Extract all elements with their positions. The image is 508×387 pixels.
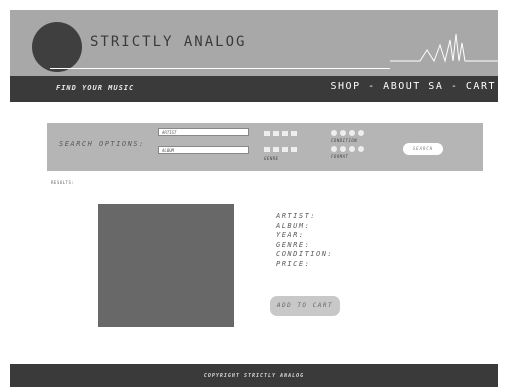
genre-checkbox[interactable] — [264, 147, 270, 152]
condition-radio[interactable] — [340, 130, 346, 136]
condition-radio[interactable] — [358, 130, 364, 136]
format-radio[interactable] — [340, 146, 346, 152]
year-label: YEAR: — [276, 231, 305, 239]
price-label: PRICE: — [276, 259, 311, 268]
waveform-icon — [390, 33, 498, 63]
album-input[interactable]: ALBUM — [158, 146, 249, 154]
album-label: ALBUM: — [276, 221, 311, 230]
format-radio[interactable] — [349, 146, 355, 152]
nav-bar: FIND YOUR MUSIC SHOP - ABOUT SA - CART — [10, 76, 498, 102]
album-art-image[interactable] — [98, 204, 234, 327]
brand-title[interactable]: STRICTLY ANALOG — [90, 34, 246, 50]
genre-checkbox[interactable] — [273, 147, 279, 152]
genre-checkbox[interactable] — [264, 131, 270, 136]
format-label: FORMAT — [331, 154, 349, 159]
nav-cart-link[interactable]: CART — [466, 81, 496, 92]
nav-about-link[interactable]: ABOUT SA — [383, 81, 443, 92]
nav-separator: - — [360, 81, 384, 92]
artist-input[interactable]: ARTIST — [158, 128, 249, 136]
genre-checkbox[interactable] — [273, 131, 279, 136]
genre-checkbox[interactable] — [282, 131, 288, 136]
tagline: FIND YOUR MUSIC — [56, 84, 135, 92]
search-options-label: SEARCH OPTIONS: — [59, 140, 145, 148]
nav-separator: - — [443, 81, 466, 92]
artist-label: ARTIST: — [276, 212, 317, 220]
footer: COPYRIGHT STRICTLY ANALOG — [10, 364, 498, 387]
nav-shop-link[interactable]: SHOP — [331, 81, 361, 92]
format-radio[interactable] — [331, 146, 337, 152]
search-button[interactable]: SEARCH — [403, 143, 443, 155]
results-label: RESULTS: — [51, 180, 75, 185]
condition-label: CONDITION — [331, 138, 358, 143]
genre-label: GENRE: — [276, 240, 311, 249]
copyright-text: COPYRIGHT STRICTLY ANALOG — [203, 373, 305, 379]
format-radio[interactable] — [358, 146, 364, 152]
genre-checkbox[interactable] — [291, 147, 297, 152]
genre-checkbox[interactable] — [282, 147, 288, 152]
logo-circle-icon[interactable] — [32, 22, 82, 72]
header-banner: STRICTLY ANALOG — [10, 10, 498, 76]
header-underline — [50, 68, 390, 69]
nav-links: SHOP - ABOUT SA - CART — [331, 81, 496, 92]
condition-label: CONDITION: — [276, 250, 334, 258]
search-panel: SEARCH OPTIONS: ARTIST ALBUM GENRE CONDI… — [47, 123, 483, 171]
condition-radio[interactable] — [331, 130, 337, 136]
genre-label: GENRE — [264, 156, 279, 161]
product-details: ARTIST: ALBUM: YEAR: GENRE: CONDITION: P… — [276, 212, 333, 269]
add-to-cart-button[interactable]: ADD TO CART — [270, 296, 340, 316]
genre-checkbox[interactable] — [291, 131, 297, 136]
condition-radio[interactable] — [349, 130, 355, 136]
